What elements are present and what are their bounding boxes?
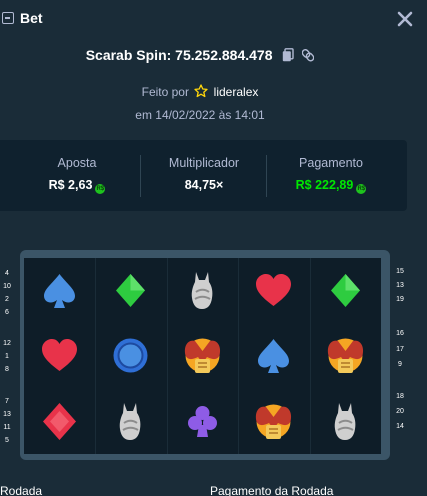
payline-number: 20 [396,408,404,415]
heart-red-icon [238,258,309,323]
link-icon[interactable] [301,48,315,62]
round-payout-label: Pagamento da Rodada [210,484,334,496]
bet-value-row: R$ 2,63 R$ [12,178,142,194]
payline-number: 13 [396,282,404,289]
copy-icon[interactable] [282,48,295,62]
spin-title: Scarab Spin: 75.252.884.478 [85,47,273,64]
author-username[interactable]: lideralex [214,85,259,99]
spade-blue-icon [238,323,309,388]
payline-number: 18 [396,393,404,400]
payline-number: 10 [3,283,11,290]
payline-number: 19 [396,296,404,303]
column-divider [309,258,311,454]
stats-panel: Aposta R$ 2,63 R$ Multiplicador 84,75× Pa… [0,140,407,211]
coin-icon: R$ [95,184,106,194]
heart-red-icon [24,323,95,388]
payline-number: 4 [5,270,9,277]
cat-statue-icon [95,389,166,454]
stat-multiplier: Multiplicador 84,75× [139,156,269,192]
cat-statue-icon [167,258,238,323]
bet-icon [2,12,14,24]
gem-red-icon [24,389,95,454]
payline-number: 11 [3,424,11,431]
payline-number: 16 [396,330,404,337]
diamond-green-icon [310,258,381,323]
bet-label: Aposta [57,156,97,170]
multiplier-value: 84,75× [184,178,224,192]
multiplier-label: Multiplicador [168,156,240,170]
spin-title-row: Scarab Spin: 75.252.884.478 [0,46,400,63]
payline-number: 13 [3,411,11,418]
author-line: Feito por lideralex [0,84,400,99]
scarab-gold-icon [167,323,238,388]
club-purple-icon [167,389,238,454]
column-divider [238,258,240,454]
modal-header: Bet [0,0,427,38]
payline-number: 12 [3,340,11,347]
payline-number: 17 [396,346,404,353]
payline-number: 6 [5,309,9,316]
star-icon [194,84,208,98]
diamond-green-icon [95,258,166,323]
close-icon[interactable] [396,10,414,28]
stat-bet: Aposta R$ 2,63 R$ [12,156,142,194]
payout-label: Pagamento [299,156,363,170]
coin-icon: R$ [356,184,367,194]
stat-payout: Pagamento R$ 222,89 R$ [266,156,396,194]
scarab-gold-icon [238,389,309,454]
payline-number: 14 [396,423,404,430]
payline-number: 2 [5,296,9,303]
column-divider [95,258,97,454]
cat-statue-icon [310,389,381,454]
bet-value: R$ 2,63 [48,178,93,192]
ring-blue-icon [95,323,166,388]
payline-number: 1 [5,353,9,360]
payline-number: 5 [5,437,9,444]
payline-number: 15 [396,268,404,275]
payline-number: 8 [5,366,9,373]
payline-number: 7 [5,398,9,405]
spade-blue-icon [24,258,95,323]
column-divider [166,258,168,454]
bet-date: em 14/02/2022 às 14:01 [135,108,265,122]
modal-title: Bet [20,10,43,26]
payout-value-row: R$ 222,89 R$ [266,178,396,194]
scarab-gold-icon [310,323,381,388]
payline-number: 9 [398,361,402,368]
author-prefix: Feito por [141,85,189,99]
round-label: Rodada [0,484,43,496]
payout-value: R$ 222,89 [295,178,354,192]
